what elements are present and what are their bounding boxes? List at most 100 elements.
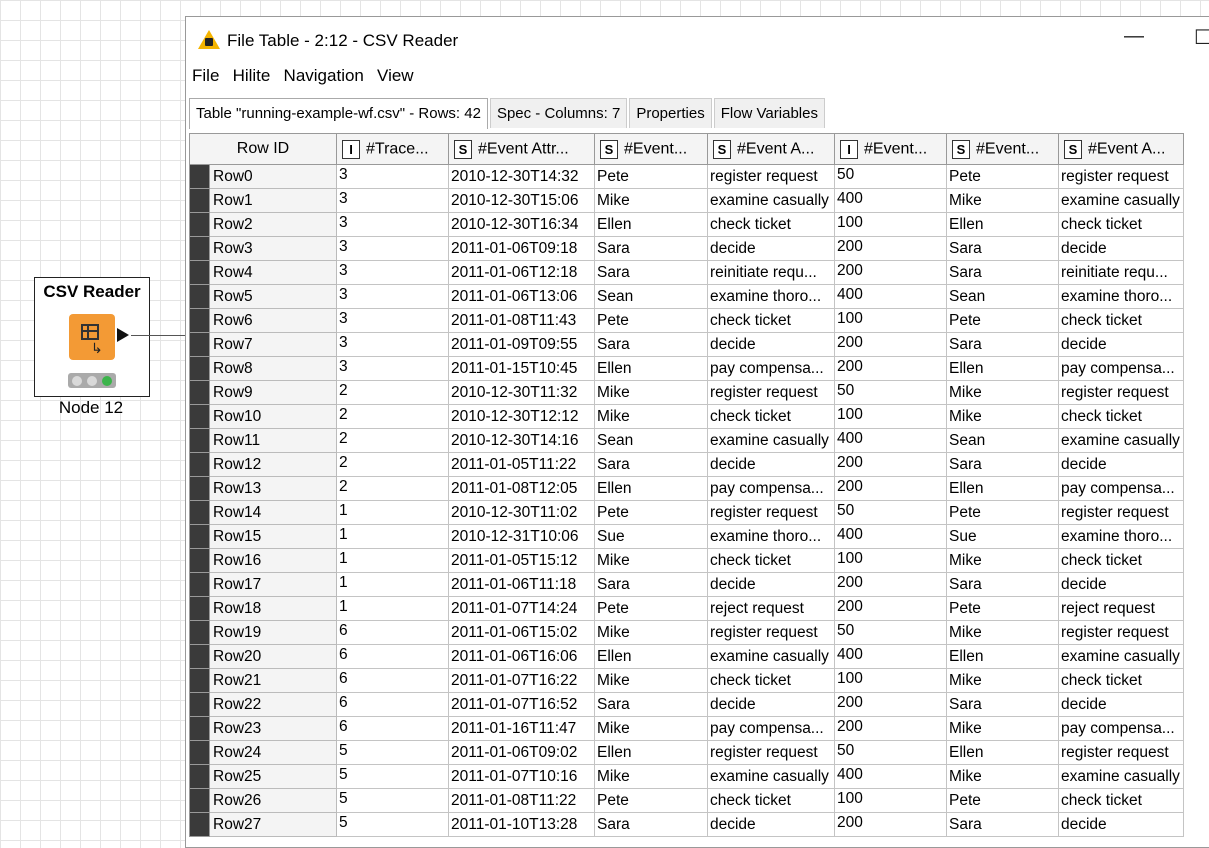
table-cell[interactable]: 100 bbox=[834, 668, 947, 693]
table-cell[interactable]: 5 bbox=[336, 788, 449, 813]
table-cell[interactable]: Pete bbox=[946, 788, 1059, 813]
row-id-cell[interactable]: Row23 bbox=[209, 716, 337, 741]
table-row[interactable]: Row12 2 2011-01-05T11:22 Sara decide 200 Sara d… bbox=[189, 452, 1184, 477]
table-cell[interactable]: 100 bbox=[834, 308, 947, 333]
table-cell[interactable]: Sean bbox=[946, 284, 1059, 309]
table-cell[interactable]: 100 bbox=[834, 548, 947, 573]
table-cell[interactable]: check ticket bbox=[1058, 308, 1184, 333]
table-row[interactable]: Row9 2 2010-12-30T11:32 Mike register reques… bbox=[189, 380, 1184, 405]
column-header-7[interactable]: S #Event A... bbox=[1058, 133, 1184, 165]
table-row[interactable]: Row20 6 2011-01-06T16:06 Ellen examine casua… bbox=[189, 644, 1184, 669]
table-cell[interactable]: Ellen bbox=[594, 212, 708, 237]
row-id-cell[interactable]: Row3 bbox=[209, 236, 337, 261]
table-cell[interactable]: 400 bbox=[834, 524, 947, 549]
tab-flow-variables[interactable]: Flow Variables bbox=[713, 98, 825, 128]
table-cell[interactable]: check ticket bbox=[1058, 668, 1184, 693]
table-cell[interactable]: Sara bbox=[946, 260, 1059, 285]
table-cell[interactable]: Mike bbox=[594, 380, 708, 405]
row-id-cell[interactable]: Row26 bbox=[209, 788, 337, 813]
table-cell[interactable]: Mike bbox=[594, 188, 708, 213]
table-cell[interactable]: 200 bbox=[834, 692, 947, 717]
row-id-cell[interactable]: Row8 bbox=[209, 356, 337, 381]
table-cell[interactable]: 2010-12-30T11:32 bbox=[448, 380, 595, 405]
table-cell[interactable]: Pete bbox=[946, 596, 1059, 621]
table-cell[interactable]: 2011-01-06T13:06 bbox=[448, 284, 595, 309]
menu-hilite[interactable]: Hilite bbox=[233, 66, 271, 86]
table-cell[interactable]: register request bbox=[707, 380, 835, 405]
table-row[interactable]: Row0 3 2010-12-30T14:32 Pete register reques… bbox=[189, 164, 1184, 189]
output-port[interactable] bbox=[117, 328, 129, 342]
table-cell[interactable]: 2011-01-15T10:45 bbox=[448, 356, 595, 381]
table-cell[interactable]: Pete bbox=[946, 308, 1059, 333]
table-row[interactable]: Row16 1 2011-01-05T15:12 Mike check ticket 10… bbox=[189, 548, 1184, 573]
table-cell[interactable]: decide bbox=[1058, 692, 1184, 717]
table-cell[interactable]: 2010-12-30T15:06 bbox=[448, 188, 595, 213]
row-id-cell[interactable]: Row1 bbox=[209, 188, 337, 213]
table-cell[interactable]: check ticket bbox=[1058, 548, 1184, 573]
table-cell[interactable]: reject request bbox=[1058, 596, 1184, 621]
table-cell[interactable]: 50 bbox=[834, 620, 947, 645]
table-cell[interactable]: 200 bbox=[834, 596, 947, 621]
table-cell[interactable]: 2011-01-06T11:18 bbox=[448, 572, 595, 597]
row-id-cell[interactable]: Row7 bbox=[209, 332, 337, 357]
table-cell[interactable]: decide bbox=[707, 572, 835, 597]
table-cell[interactable]: Sue bbox=[946, 524, 1059, 549]
row-id-cell[interactable]: Row17 bbox=[209, 572, 337, 597]
row-id-cell[interactable]: Row10 bbox=[209, 404, 337, 429]
tab-spec[interactable]: Spec - Columns: 7 bbox=[489, 98, 628, 128]
menu-file[interactable]: File bbox=[192, 66, 219, 86]
row-id-cell[interactable]: Row20 bbox=[209, 644, 337, 669]
table-cell[interactable]: Sara bbox=[594, 452, 708, 477]
table-cell[interactable]: 2010-12-31T10:06 bbox=[448, 524, 595, 549]
column-header-5[interactable]: I #Event... bbox=[834, 133, 947, 165]
table-cell[interactable]: Ellen bbox=[946, 644, 1059, 669]
table-cell[interactable]: register request bbox=[707, 740, 835, 765]
table-cell[interactable]: Ellen bbox=[594, 356, 708, 381]
table-cell[interactable]: 3 bbox=[336, 332, 449, 357]
table-cell[interactable]: Sara bbox=[946, 452, 1059, 477]
table-row[interactable]: Row21 6 2011-01-07T16:22 Mike check ticket 10… bbox=[189, 668, 1184, 693]
table-cell[interactable]: 6 bbox=[336, 644, 449, 669]
row-id-cell[interactable]: Row9 bbox=[209, 380, 337, 405]
table-cell[interactable]: 2011-01-08T11:22 bbox=[448, 788, 595, 813]
row-id-cell[interactable]: Row16 bbox=[209, 548, 337, 573]
table-cell[interactable]: register request bbox=[707, 620, 835, 645]
row-id-cell[interactable]: Row13 bbox=[209, 476, 337, 501]
table-cell[interactable]: Sara bbox=[594, 692, 708, 717]
table-cell[interactable]: 50 bbox=[834, 500, 947, 525]
table-cell[interactable]: pay compensa... bbox=[707, 356, 835, 381]
table-cell[interactable]: 3 bbox=[336, 356, 449, 381]
table-cell[interactable]: 400 bbox=[834, 644, 947, 669]
table-cell[interactable]: check ticket bbox=[1058, 788, 1184, 813]
table-cell[interactable]: Pete bbox=[594, 596, 708, 621]
column-header-6[interactable]: S #Event... bbox=[946, 133, 1059, 165]
table-cell[interactable]: Mike bbox=[946, 668, 1059, 693]
table-cell[interactable]: Pete bbox=[594, 308, 708, 333]
table-cell[interactable]: decide bbox=[1058, 452, 1184, 477]
table-cell[interactable]: Ellen bbox=[594, 644, 708, 669]
table-cell[interactable]: 400 bbox=[834, 284, 947, 309]
table-cell[interactable]: 2011-01-07T16:22 bbox=[448, 668, 595, 693]
row-id-cell[interactable]: Row4 bbox=[209, 260, 337, 285]
table-cell[interactable]: check ticket bbox=[1058, 404, 1184, 429]
table-cell[interactable]: pay compensa... bbox=[1058, 356, 1184, 381]
table-cell[interactable]: Mike bbox=[946, 404, 1059, 429]
table-cell[interactable]: 100 bbox=[834, 788, 947, 813]
table-cell[interactable]: 6 bbox=[336, 620, 449, 645]
table-cell[interactable]: register request bbox=[1058, 620, 1184, 645]
table-cell[interactable]: 1 bbox=[336, 500, 449, 525]
table-cell[interactable]: 3 bbox=[336, 284, 449, 309]
table-cell[interactable]: Sara bbox=[946, 332, 1059, 357]
menu-navigation[interactable]: Navigation bbox=[284, 66, 364, 86]
table-row[interactable]: Row1 3 2010-12-30T15:06 Mike examine casuall… bbox=[189, 188, 1184, 213]
table-cell[interactable]: pay compensa... bbox=[1058, 476, 1184, 501]
table-cell[interactable]: check ticket bbox=[707, 404, 835, 429]
table-cell[interactable]: 2011-01-06T12:18 bbox=[448, 260, 595, 285]
row-id-cell[interactable]: Row12 bbox=[209, 452, 337, 477]
table-cell[interactable]: examine thoro... bbox=[707, 524, 835, 549]
table-row[interactable]: Row17 1 2011-01-06T11:18 Sara decide 200 Sara d… bbox=[189, 572, 1184, 597]
menu-view[interactable]: View bbox=[377, 66, 414, 86]
table-cell[interactable]: 2011-01-07T10:16 bbox=[448, 764, 595, 789]
table-cell[interactable]: examine casually bbox=[1058, 764, 1184, 789]
tab-properties[interactable]: Properties bbox=[629, 98, 712, 128]
